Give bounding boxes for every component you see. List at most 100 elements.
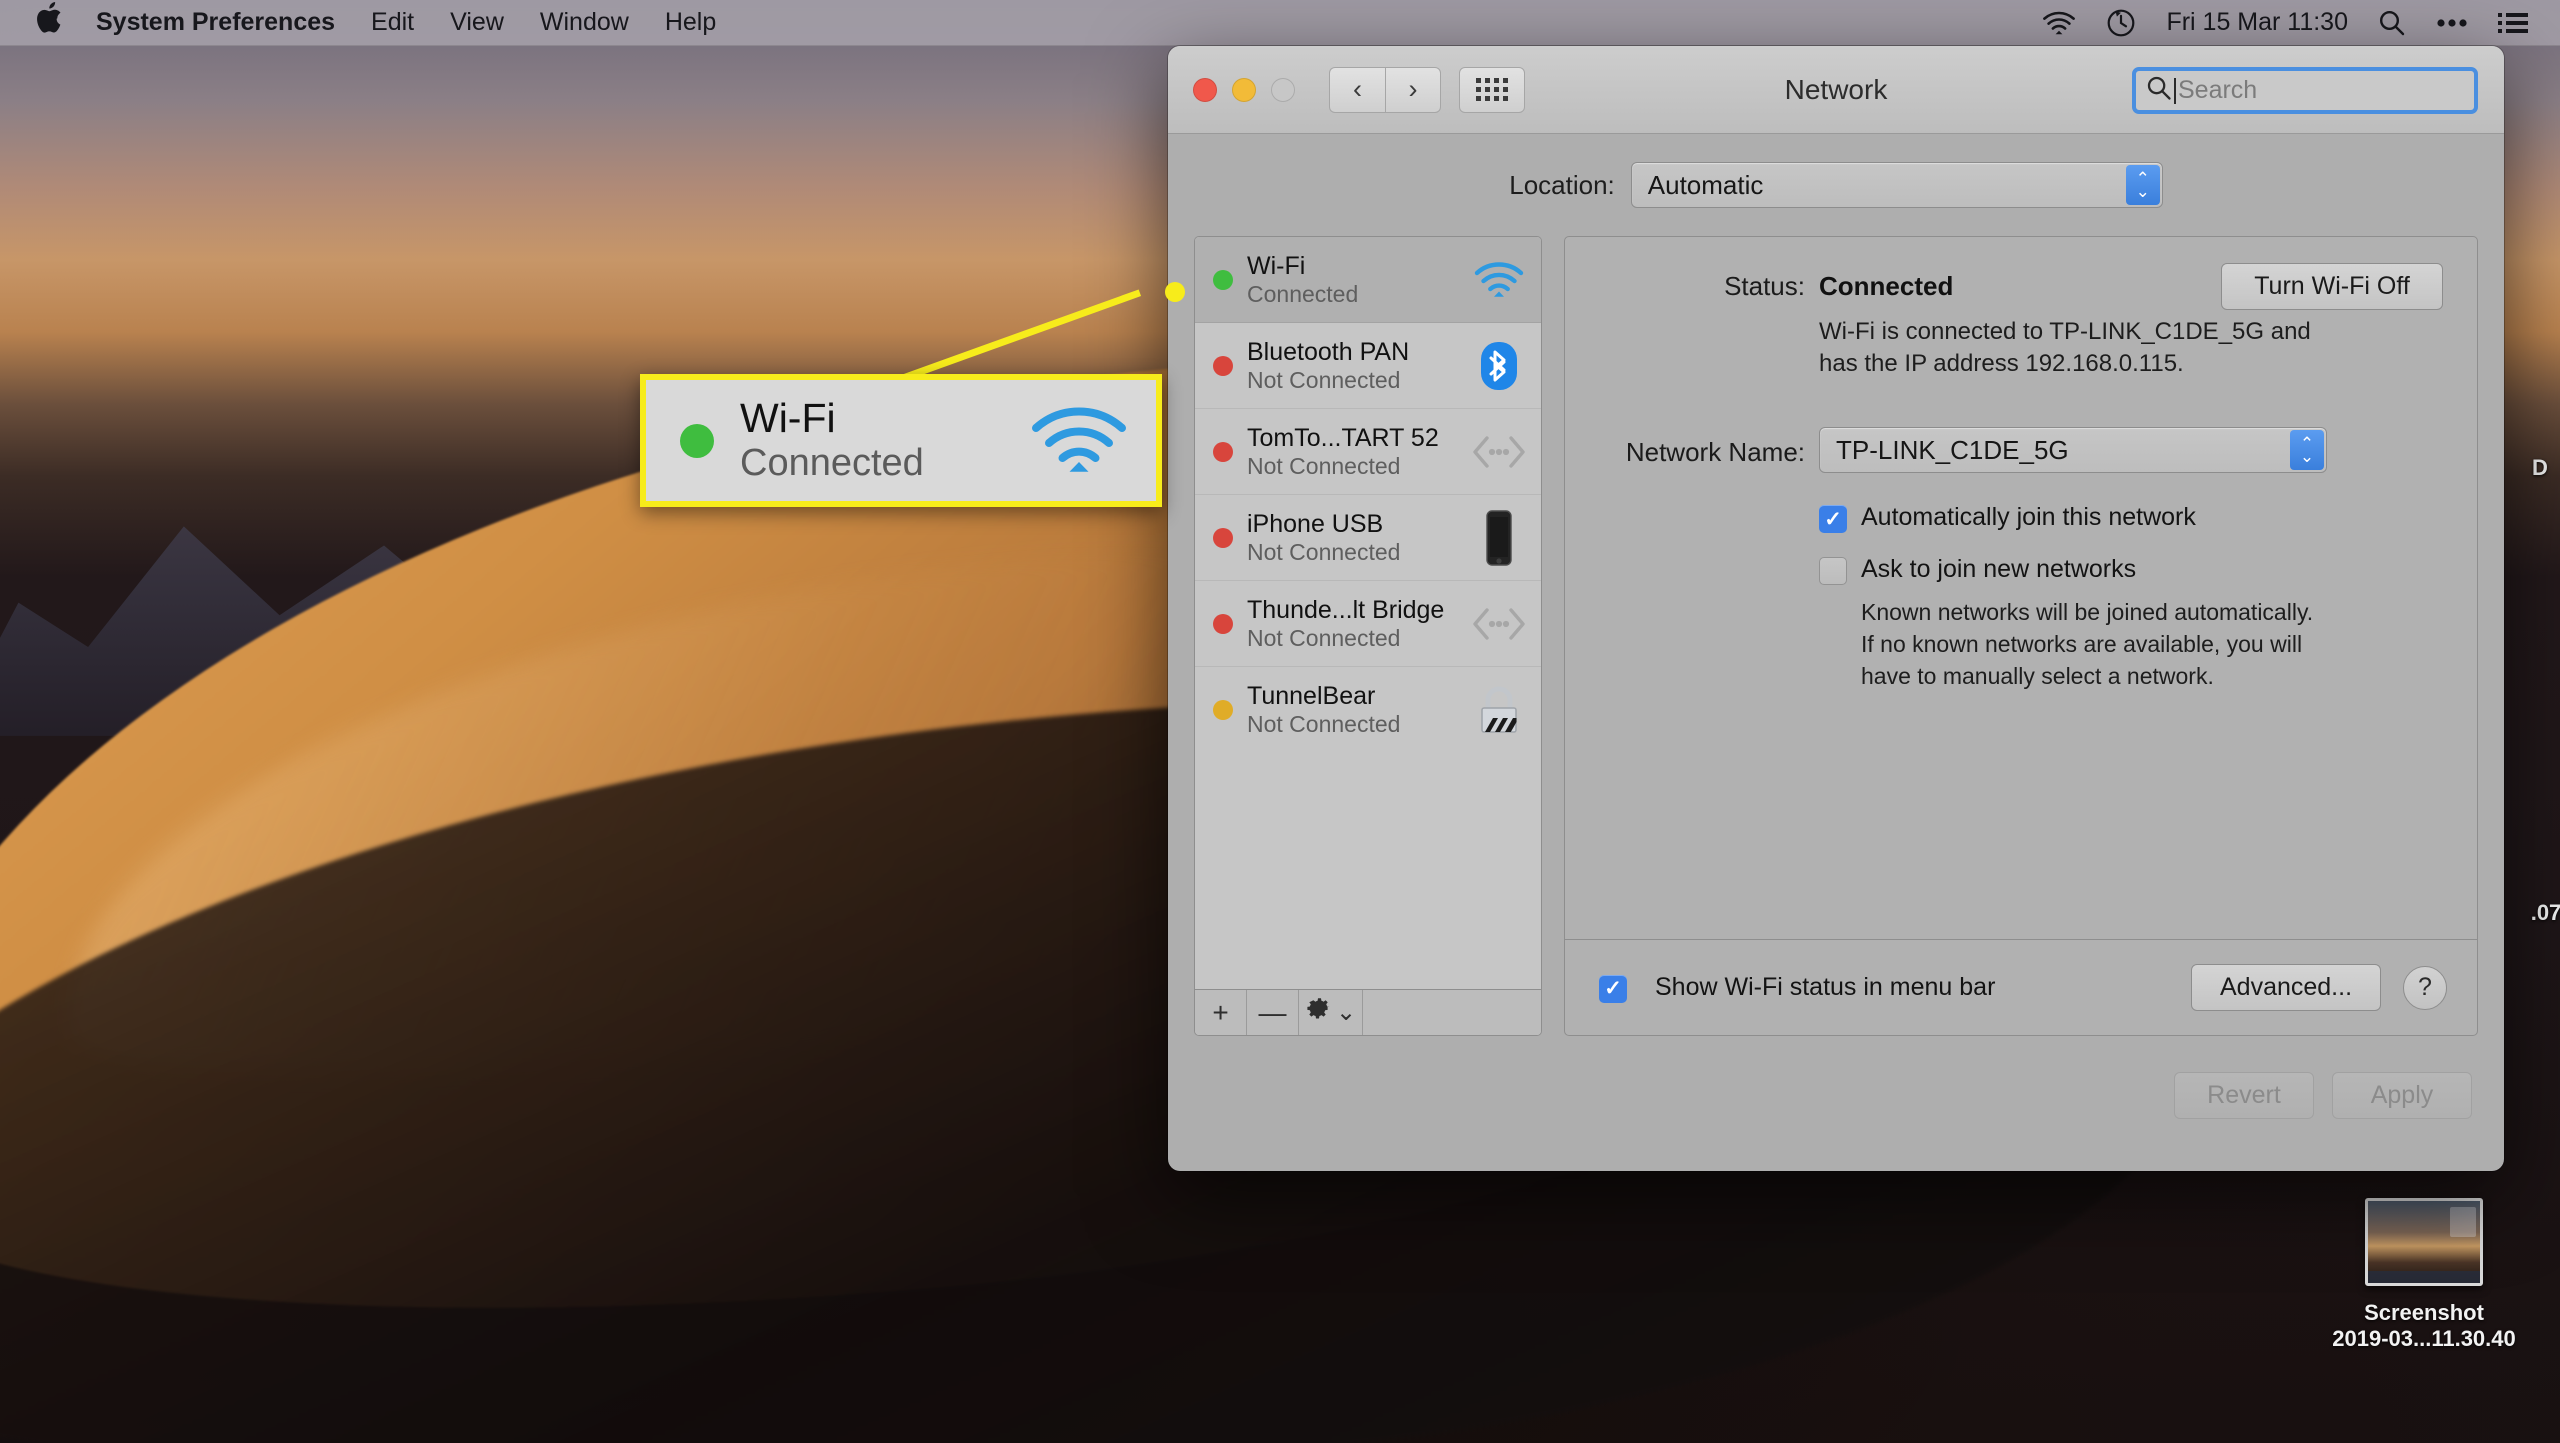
auto-join-checkbox[interactable] bbox=[1819, 505, 1847, 534]
callout-text: Wi-Fi Connected bbox=[740, 395, 1024, 485]
service-actions-button[interactable]: ⌄ bbox=[1299, 990, 1363, 1035]
status-dot-red bbox=[1213, 527, 1233, 548]
revert-button[interactable]: Revert bbox=[2174, 1072, 2314, 1119]
service-name: iPhone USB bbox=[1247, 509, 1384, 538]
service-row-tomtom[interactable]: TomTo...TART 52 Not Connected bbox=[1195, 409, 1541, 495]
turn-wifi-off-button[interactable]: Turn Wi-Fi Off bbox=[2221, 263, 2443, 310]
status-dot-red bbox=[1213, 441, 1233, 462]
apply-button[interactable]: Apply bbox=[2332, 1072, 2472, 1119]
service-row-thunderbolt-bridge[interactable]: Thunde...lt Bridge Not Connected bbox=[1195, 581, 1541, 667]
search-placeholder: Search bbox=[2178, 76, 2258, 104]
screen: D .07 Screenshot 2019-03...11.30.40 Syst… bbox=[0, 0, 2560, 1443]
service-name: TunnelBear bbox=[1247, 682, 1376, 710]
network-name-value: TP-LINK_C1DE_5G bbox=[1836, 434, 2069, 465]
search-text-caret bbox=[2174, 77, 2176, 104]
service-text: iPhone USB Not Connected bbox=[1247, 510, 1471, 566]
add-service-button[interactable]: + bbox=[1195, 990, 1247, 1035]
location-value: Automatic bbox=[1647, 169, 1764, 200]
more-dots-icon[interactable] bbox=[2436, 18, 2468, 28]
status-dot-red bbox=[1213, 355, 1233, 376]
service-row-bluetooth-pan[interactable]: Bluetooth PAN Not Connected bbox=[1195, 323, 1541, 409]
service-row-wifi[interactable]: Wi-Fi Connected bbox=[1195, 237, 1541, 323]
service-text: TomTo...TART 52 Not Connected bbox=[1247, 424, 1471, 480]
service-text: Bluetooth PAN Not Connected bbox=[1247, 338, 1471, 394]
time-machine-icon[interactable] bbox=[2106, 8, 2136, 38]
services-scroll-area: Wi-Fi Connected Bluetooth PAN Not Connec… bbox=[1195, 237, 1541, 989]
wifi-icon[interactable] bbox=[2042, 10, 2076, 36]
service-status: Connected bbox=[1247, 280, 1359, 307]
detail-footer: Show Wi-Fi status in menu bar Advanced..… bbox=[1565, 939, 2477, 1035]
window-body: Location: Automatic ⌃⌄ Wi-Fi Connected bbox=[1168, 134, 2504, 1171]
network-preferences-window: ‹ › Network Search Location: Automatic ⌃… bbox=[1168, 46, 2504, 1171]
desktop-icon-partial-1-label: D bbox=[2532, 455, 2548, 480]
menu-bar-status-area: Fri 15 Mar 11:30 bbox=[2042, 8, 2528, 38]
menu-item-system-preferences[interactable]: System Preferences bbox=[96, 8, 335, 37]
chevron-updown-icon: ⌃ ⌄ bbox=[2125, 165, 2160, 205]
gear-icon bbox=[1305, 996, 1331, 1029]
window-titlebar: ‹ › Network Search bbox=[1168, 46, 2504, 134]
show-menubar-checkbox[interactable] bbox=[1599, 974, 1627, 1003]
menu-item-edit[interactable]: Edit bbox=[371, 8, 414, 37]
ask-join-help-text: Known networks will be joined automatica… bbox=[1861, 599, 2314, 689]
service-status: Not Connected bbox=[1247, 711, 1401, 737]
screenshot-thumbnail bbox=[2365, 1198, 2483, 1286]
callout-service-status: Connected bbox=[740, 442, 924, 485]
menu-item-help[interactable]: Help bbox=[665, 8, 716, 37]
network-name-row: Network Name: TP-LINK_C1DE_5G ⌃ ⌄ bbox=[1599, 427, 2443, 474]
menu-bar-clock[interactable]: Fri 15 Mar 11:30 bbox=[2166, 8, 2348, 37]
service-text: Thunde...lt Bridge Not Connected bbox=[1247, 596, 1471, 652]
location-select[interactable]: Automatic ⌃ ⌄ bbox=[1630, 162, 2163, 208]
auto-join-label: Automatically join this network bbox=[1861, 503, 2196, 532]
apply-buttons: Revert Apply bbox=[2174, 1072, 2472, 1119]
advanced-button[interactable]: Advanced... bbox=[2191, 964, 2381, 1011]
chevron-down-icon: ⌄ bbox=[1335, 999, 1357, 1026]
service-text: Wi-Fi Connected bbox=[1247, 252, 1471, 308]
status-dot-red bbox=[1213, 613, 1233, 634]
search-input[interactable]: Search bbox=[2132, 67, 2478, 114]
spotlight-search-icon[interactable] bbox=[2378, 9, 2406, 37]
callout-status-dot-green bbox=[680, 423, 714, 458]
wifi-icon bbox=[1024, 404, 1134, 478]
service-text: TunnelBear Not Connected bbox=[1247, 682, 1471, 738]
desktop-icon-screenshot-label-line1: Screenshot bbox=[2364, 1300, 2484, 1325]
services-toolbar-filler bbox=[1363, 990, 1541, 1035]
ask-join-label: Ask to join new networks bbox=[1861, 555, 2137, 584]
chevron-updown-icon: ⌃ ⌄ bbox=[2290, 430, 2324, 471]
services-toolbar: + — ⌄ bbox=[1195, 989, 1541, 1035]
auto-join-checkbox-row[interactable]: Automatically join this network bbox=[1819, 503, 2443, 534]
desktop-icon-partial-2-label: .07 bbox=[2530, 900, 2560, 925]
serial-port-icon bbox=[1471, 596, 1527, 652]
network-services-list: Wi-Fi Connected Bluetooth PAN Not Connec… bbox=[1194, 236, 1542, 1036]
status-dot-amber bbox=[1213, 700, 1233, 720]
service-name: TomTo...TART 52 bbox=[1247, 423, 1439, 452]
callout-service-name: Wi-Fi bbox=[740, 395, 836, 442]
notification-center-icon[interactable] bbox=[2498, 11, 2528, 35]
remove-service-button[interactable]: — bbox=[1247, 990, 1299, 1035]
search-icon bbox=[2146, 75, 2172, 106]
status-dot-green bbox=[1213, 269, 1233, 290]
desktop-icon-screenshot[interactable]: Screenshot 2019-03...11.30.40 bbox=[2310, 1198, 2538, 1352]
service-name: Bluetooth PAN bbox=[1247, 337, 1410, 366]
callout-connector-dot bbox=[1165, 282, 1185, 302]
show-menubar-label: Show Wi-Fi status in menu bar bbox=[1655, 973, 1996, 1001]
ask-join-checkbox-row[interactable]: Ask to join new networks bbox=[1819, 555, 2443, 586]
network-name-select[interactable]: TP-LINK_C1DE_5G ⌃ ⌄ bbox=[1819, 427, 2327, 474]
status-badge: Connected bbox=[1819, 271, 1954, 301]
service-row-tunnelbear[interactable]: TunnelBear Not Connected bbox=[1195, 667, 1541, 753]
ask-join-checkbox[interactable] bbox=[1819, 557, 1847, 586]
show-menubar-checkbox-row[interactable]: Show Wi-Fi status in menu bar bbox=[1599, 973, 1995, 1003]
service-name: Wi-Fi bbox=[1247, 251, 1306, 280]
service-name: Thunde...lt Bridge bbox=[1247, 595, 1445, 624]
service-status: Not Connected bbox=[1247, 366, 1401, 393]
service-status: Not Connected bbox=[1247, 624, 1401, 651]
help-button[interactable]: ? bbox=[2403, 965, 2447, 1010]
menu-item-window[interactable]: Window bbox=[540, 8, 629, 37]
desktop-icon-screenshot-label-line2: 2019-03...11.30.40 bbox=[2332, 1326, 2516, 1351]
service-row-iphone-usb[interactable]: iPhone USB Not Connected bbox=[1195, 495, 1541, 581]
wifi-icon bbox=[1471, 252, 1527, 308]
content-panels: Wi-Fi Connected Bluetooth PAN Not Connec… bbox=[1168, 208, 2504, 1036]
service-status: Not Connected bbox=[1247, 538, 1401, 565]
apple-menu-icon[interactable] bbox=[36, 2, 62, 39]
menu-item-view[interactable]: View bbox=[450, 8, 504, 37]
serial-port-icon bbox=[1471, 424, 1527, 480]
